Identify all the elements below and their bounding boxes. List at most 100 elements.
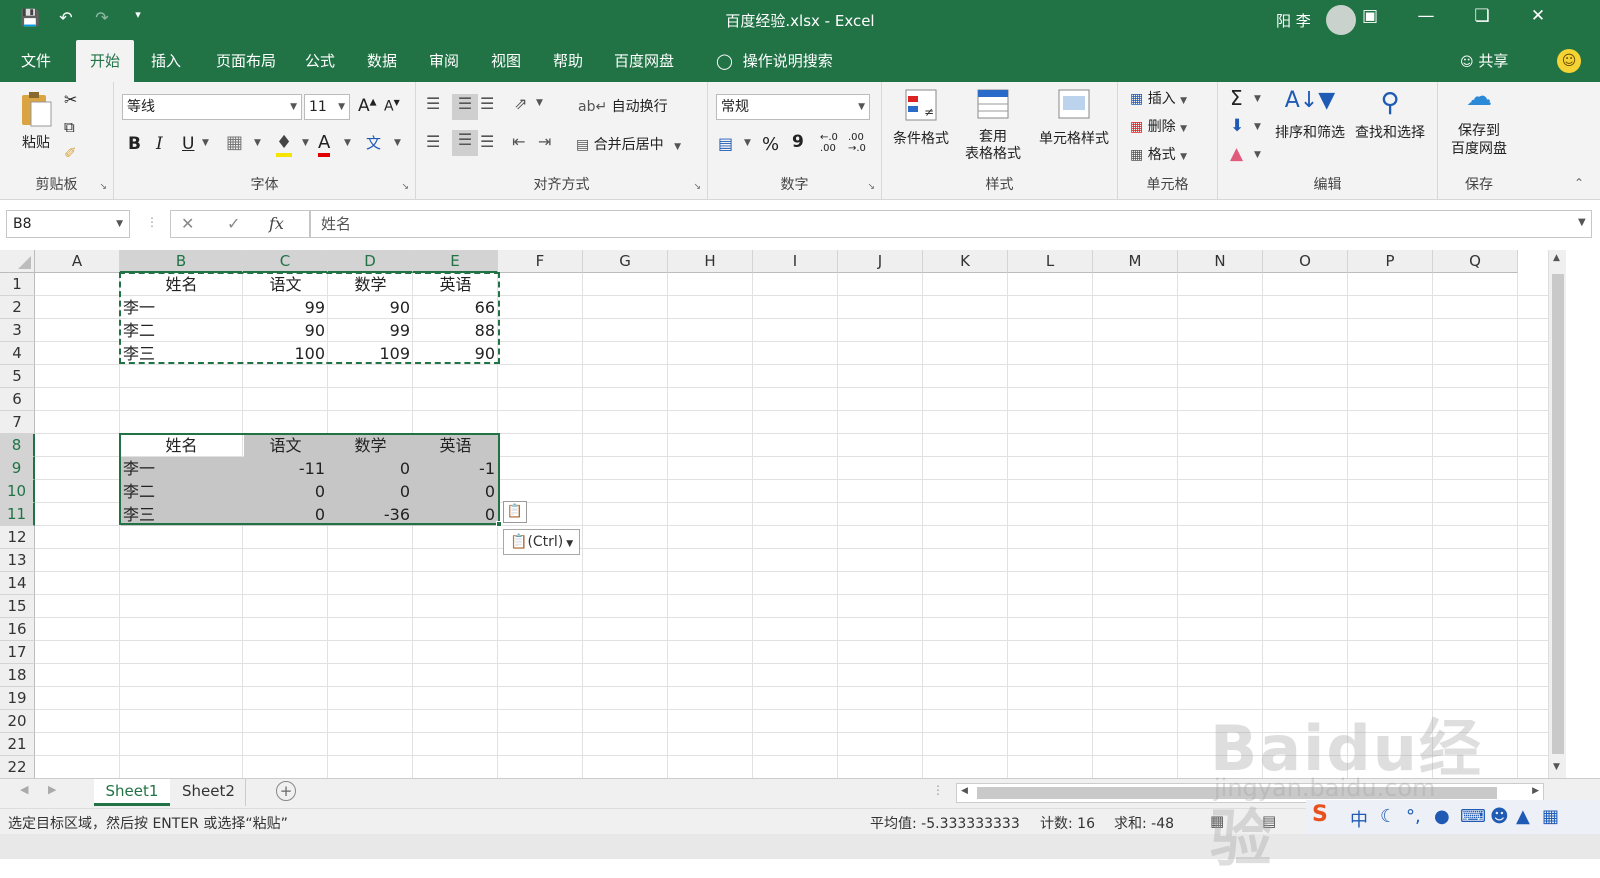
vertical-scrollbar[interactable]: ▲ ▼ (1548, 250, 1566, 778)
prev-sheet-icon[interactable]: ◀ (20, 783, 28, 796)
align-middle-icon[interactable]: ☰ (452, 94, 478, 120)
normal-view-icon[interactable]: ▦ (1210, 812, 1224, 830)
restore-icon[interactable]: ❏ (1462, 6, 1502, 26)
wrap-text-button[interactable]: ab↵ 自动换行 (578, 96, 668, 116)
increase-decimal-icon[interactable]: ←.0.00 (820, 132, 838, 154)
chevron-down-icon[interactable]: ▼ (302, 138, 309, 148)
column-header-A[interactable]: A (35, 250, 120, 273)
column-header-O[interactable]: O (1263, 250, 1348, 273)
row-header-20[interactable]: 20 (0, 710, 35, 733)
font-size-select[interactable]: 11 ▼ (304, 94, 350, 120)
clear-icon[interactable]: ▲ (1230, 144, 1243, 164)
fill-color-icon[interactable]: ♦ (276, 132, 293, 157)
phonetic-guide-icon[interactable]: 文 (366, 132, 381, 153)
row-header-10[interactable]: 10 (0, 480, 35, 503)
chevron-down-icon[interactable]: ▼ (744, 138, 751, 148)
row-header-18[interactable]: 18 (0, 664, 35, 687)
row-header-14[interactable]: 14 (0, 572, 35, 595)
tab-baidu-netdisk[interactable]: 百度网盘 (602, 40, 686, 82)
column-header-K[interactable]: K (923, 250, 1008, 273)
conditional-format-button[interactable]: ≠ 条件格式 (888, 88, 954, 148)
scroll-right-icon[interactable]: ▶ (1532, 786, 1539, 796)
column-header-B[interactable]: B (120, 250, 243, 273)
sort-filter-button[interactable]: A↓▼ 排序和筛选 (1270, 88, 1350, 142)
formula-bar-grip-icon[interactable]: ⋮ (146, 215, 158, 229)
accounting-format-icon[interactable]: ▤ (718, 134, 733, 153)
decrease-font-icon[interactable]: A▼ (384, 98, 400, 115)
tab-file[interactable]: 文件 (6, 40, 66, 82)
sogou-ime-icon[interactable]: S (1312, 802, 1328, 827)
borders-icon[interactable]: ▦ (226, 132, 243, 153)
collapse-ribbon-icon[interactable]: ⌃ (1574, 176, 1584, 190)
name-box[interactable]: B8 ▼ (6, 210, 130, 238)
row-header-6[interactable]: 6 (0, 388, 35, 411)
chevron-down-icon[interactable]: ▼ (344, 138, 351, 148)
scroll-down-icon[interactable]: ▼ (1553, 762, 1560, 772)
paste-options-icon[interactable]: 📋 (503, 501, 527, 523)
scroll-thumb[interactable] (977, 787, 1497, 799)
half-moon-icon[interactable]: ☾ (1380, 806, 1396, 827)
enter-icon[interactable]: ✓ (227, 214, 240, 233)
user-name[interactable]: 阳 李 (1276, 10, 1311, 31)
column-header-H[interactable]: H (668, 250, 753, 273)
row-header-12[interactable]: 12 (0, 526, 35, 549)
autosum-icon[interactable]: Σ (1230, 86, 1243, 110)
row-header-7[interactable]: 7 (0, 411, 35, 434)
scroll-thumb[interactable] (1552, 274, 1564, 754)
percent-button[interactable]: % (762, 134, 779, 155)
chevron-down-icon[interactable]: ▼ (202, 138, 209, 148)
paste-options-button[interactable]: 📋(Ctrl) ▼ (503, 529, 581, 555)
increase-indent-icon[interactable]: ⇥ (538, 132, 551, 151)
font-color-icon[interactable]: A (318, 132, 331, 157)
tab-page-layout[interactable]: 页面布局 (204, 40, 288, 82)
column-header-E[interactable]: E (413, 250, 498, 273)
row-header-9[interactable]: 9 (0, 457, 35, 480)
row-header-13[interactable]: 13 (0, 549, 35, 572)
user-center-icon[interactable]: ☻ (1490, 806, 1509, 827)
format-as-table-button[interactable]: 套用 表格格式 (954, 88, 1032, 163)
align-center-icon[interactable]: ☰ (452, 130, 478, 156)
cell-styles-button[interactable]: 单元格样式 (1032, 88, 1116, 148)
column-header-Q[interactable]: Q (1433, 250, 1518, 273)
tab-formulas[interactable]: 公式 (292, 40, 348, 82)
row-header-1[interactable]: 1 (0, 273, 35, 296)
align-bottom-icon[interactable]: ☰ (480, 94, 494, 113)
tab-view[interactable]: 视图 (478, 40, 534, 82)
microphone-icon[interactable]: ● (1434, 806, 1450, 827)
format-painter-icon[interactable]: ✐ (64, 144, 77, 162)
decrease-indent-icon[interactable]: ⇤ (512, 132, 525, 151)
column-header-F[interactable]: F (498, 250, 583, 273)
row-header-11[interactable]: 11 (0, 503, 35, 526)
orientation-icon[interactable]: ⇗ (514, 94, 527, 113)
cut-icon[interactable]: ✂ (64, 90, 77, 109)
punctuation-icon[interactable]: °, (1406, 806, 1421, 827)
row-header-4[interactable]: 4 (0, 342, 35, 365)
toolbox-icon[interactable]: ▦ (1542, 806, 1559, 827)
column-header-C[interactable]: C (243, 250, 328, 273)
chevron-down-icon[interactable]: ▼ (394, 138, 401, 148)
ribbon-display-options-icon[interactable]: ▣ (1350, 6, 1390, 26)
close-icon[interactable]: ✕ (1518, 6, 1558, 26)
row-header-21[interactable]: 21 (0, 733, 35, 756)
column-header-G[interactable]: G (583, 250, 668, 273)
column-header-L[interactable]: L (1008, 250, 1093, 273)
row-header-8[interactable]: 8 (0, 434, 35, 457)
insert-function-icon[interactable]: fx (269, 214, 284, 233)
dialog-launcher-icon[interactable]: ↘ (401, 182, 409, 192)
chevron-down-icon[interactable]: ▼ (1254, 150, 1261, 160)
column-header-D[interactable]: D (328, 250, 413, 273)
row-header-19[interactable]: 19 (0, 687, 35, 710)
tab-insert[interactable]: 插入 (138, 40, 194, 82)
worksheet-grid[interactable]: ABCDEFGHIJKLMNOPQ 1 2 3 4 5 6 7 8 9 10 11 12 13 14 15 1… (0, 250, 1548, 778)
number-format-select[interactable]: 常规 ▼ (716, 94, 870, 120)
feedback-smiley-icon[interactable]: ☺ (1557, 49, 1581, 73)
format-cells-button[interactable]: ▦ 格式 ▼ (1130, 144, 1187, 164)
decrease-decimal-icon[interactable]: .00 →.0 (848, 132, 866, 154)
align-top-icon[interactable]: ☰ (426, 94, 440, 113)
row-header-17[interactable]: 17 (0, 641, 35, 664)
next-sheet-icon[interactable]: ▶ (48, 783, 56, 796)
expand-formula-bar-icon[interactable]: ▼ (1578, 217, 1586, 228)
chevron-down-icon[interactable]: ▼ (254, 138, 261, 148)
merge-center-button[interactable]: ▤ 合并后居中 ▼ (576, 134, 681, 154)
tab-data[interactable]: 数据 (354, 40, 410, 82)
